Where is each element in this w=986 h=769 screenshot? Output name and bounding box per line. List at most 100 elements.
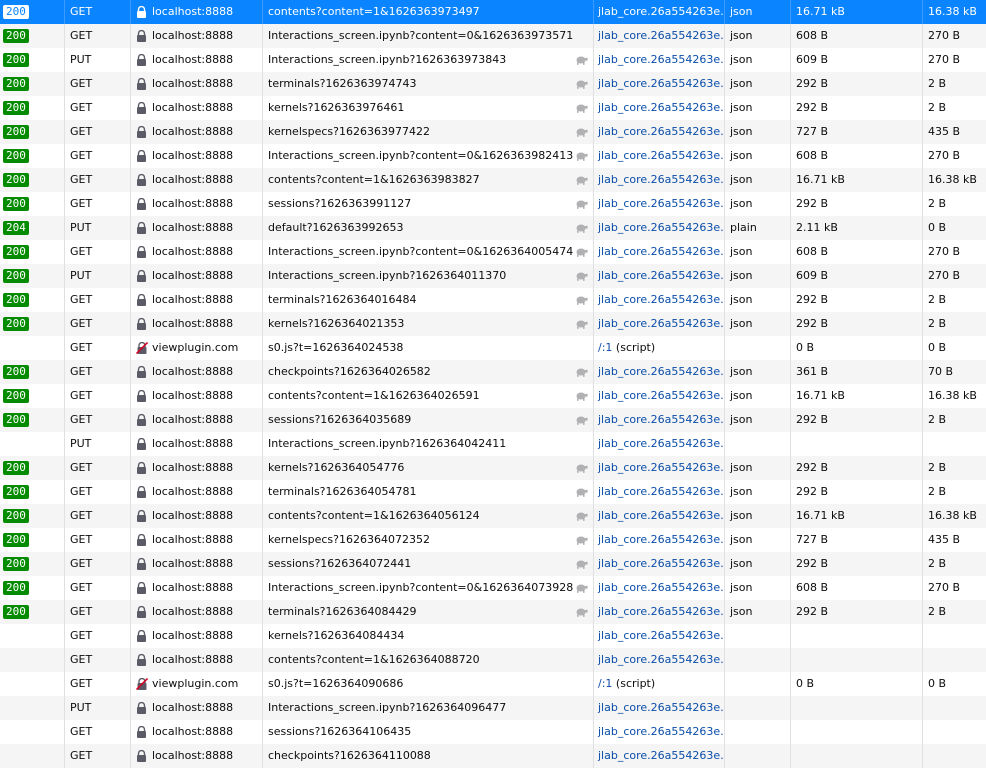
initiator-link[interactable]: jlab_core.26a554263e… [598,413,724,426]
request-row[interactable]: 200 PUT localhost:8888 Interactions_screen.… [0,48,986,72]
initiator-link[interactable]: jlab_core.26a554263e… [598,365,724,378]
initiator-link[interactable]: jlab_core.26a554263e… [598,437,724,450]
initiator-link[interactable]: jlab_core.26a554263e… [598,293,724,306]
request-row[interactable]: 200 GET localhost:8888 sessions?16263640724… [0,552,986,576]
method-cell: PUT [70,221,92,234]
request-row[interactable]: PUT localhost:8888 Interactions_screen.ipy… [0,696,986,720]
method-cell: GET [70,317,93,330]
method-cell: GET [70,605,93,618]
request-row[interactable]: 200 GET localhost:8888 kernelspecs?16263640… [0,528,986,552]
initiator-link[interactable]: jlab_core.26a554263e… [598,533,724,546]
request-row[interactable]: 200 GET localhost:8888 Interactions_screen.… [0,240,986,264]
initiator-link[interactable]: jlab_core.26a554263e… [598,149,724,162]
initiator-cell: jlab_core.26a554263e… [594,240,724,264]
domain-cell: localhost:8888 [131,312,262,336]
initiator-cell: jlab_core.26a554263e… [594,408,724,432]
request-row[interactable]: 200 GET localhost:8888 checkpoints?16263640… [0,360,986,384]
initiator-link[interactable]: /:1 [598,677,612,690]
initiator-cell: jlab_core.26a554263e… [594,456,724,480]
initiator-link[interactable]: jlab_core.26a554263e… [598,77,724,90]
request-row[interactable]: 204 PUT localhost:8888 default?162636399265… [0,216,986,240]
initiator-link[interactable]: jlab_core.26a554263e… [598,461,724,474]
request-row[interactable]: GET localhost:8888 checkpoints?16263641100… [0,744,986,768]
file-label: sessions?1626364072441 [268,557,412,570]
initiator-link[interactable]: jlab_core.26a554263e… [598,29,724,42]
domain-label: localhost:8888 [152,389,234,402]
initiator-link[interactable]: jlab_core.26a554263e… [598,125,724,138]
lock-icon [136,696,148,720]
request-row[interactable]: GET localhost:8888 sessions?1626364106435 j… [0,720,986,744]
request-row[interactable]: 200 PUT localhost:8888 Interactions_screen.… [0,264,986,288]
transferred-cell: 727 B [796,533,829,546]
domain-label: localhost:8888 [152,77,234,90]
request-row[interactable]: 200 GET localhost:8888 contents?content=1&1… [0,384,986,408]
initiator-link[interactable]: jlab_core.26a554263e… [598,5,724,18]
initiator-link[interactable]: jlab_core.26a554263e… [598,389,724,402]
status-cell [0,432,64,456]
type-cell: json [730,77,753,90]
initiator-link[interactable]: jlab_core.26a554263e… [598,701,724,714]
initiator-link[interactable]: jlab_core.26a554263e… [598,269,724,282]
initiator-link[interactable]: jlab_core.26a554263e… [598,197,724,210]
type-cell: json [730,173,753,186]
request-row[interactable]: 200 GET localhost:8888 sessions?16263639911… [0,192,986,216]
initiator-link[interactable]: jlab_core.26a554263e… [598,245,724,258]
file-label: s0.js?t=1626364024538 [268,341,404,354]
domain-label: localhost:8888 [152,461,234,474]
initiator-link[interactable]: jlab_core.26a554263e… [598,629,724,642]
request-row[interactable]: 200 GET localhost:8888 Interactions_screen.… [0,576,986,600]
initiator-link[interactable]: jlab_core.26a554263e… [598,749,724,762]
request-row[interactable]: GET viewplugin.com s0.js?t=1626364090686 /:… [0,672,986,696]
initiator-link[interactable]: jlab_core.26a554263e… [598,221,724,234]
request-row[interactable]: 200 GET localhost:8888 kernelspecs?16263639… [0,120,986,144]
initiator-cell: jlab_core.26a554263e… [594,264,724,288]
request-row[interactable]: 200 GET localhost:8888 terminals?1626364016… [0,288,986,312]
initiator-link[interactable]: jlab_core.26a554263e… [598,509,724,522]
request-row[interactable]: 200 GET localhost:8888 contents?content=1&1… [0,504,986,528]
request-row[interactable]: 200 GET localhost:8888 Interactions_screen.… [0,24,986,48]
request-row[interactable]: 200 GET localhost:8888 contents?content=1&1… [0,0,986,24]
request-row[interactable]: 200 GET localhost:8888 terminals?1626364084… [0,600,986,624]
method-cell: GET [70,413,93,426]
status-badge: 200 [3,317,29,331]
initiator-link[interactable]: jlab_core.26a554263e… [598,557,724,570]
file-label: Interactions_screen.ipynb?1626364042411 [268,437,507,450]
request-row[interactable]: 200 GET localhost:8888 Interactions_screen.… [0,144,986,168]
initiator-link[interactable]: jlab_core.26a554263e… [598,605,724,618]
domain-label: localhost:8888 [152,53,234,66]
size-cell [923,696,986,720]
request-row[interactable]: 200 GET localhost:8888 sessions?16263640356… [0,408,986,432]
type-cell: json [730,581,753,594]
status-cell: 200 [0,192,64,216]
method-cell: GET [70,293,93,306]
initiator-cell: jlab_core.26a554263e… [594,120,724,144]
initiator-link[interactable]: jlab_core.26a554263e… [598,173,724,186]
initiator-cell: jlab_core.26a554263e… [594,600,724,624]
request-row[interactable]: GET viewplugin.com s0.js?t=1626364024538 /:… [0,336,986,360]
initiator-link[interactable]: jlab_core.26a554263e… [598,485,724,498]
initiator-link[interactable]: jlab_core.26a554263e… [598,53,724,66]
request-row[interactable]: GET localhost:8888 kernels?1626364084434 jl… [0,624,986,648]
initiator-link[interactable]: jlab_core.26a554263e… [598,581,724,594]
request-row[interactable]: 200 GET localhost:8888 kernels?162636402135… [0,312,986,336]
request-row[interactable]: 200 GET localhost:8888 kernels?162636397646… [0,96,986,120]
initiator-cell: jlab_core.26a554263e… [594,432,724,456]
turtle-icon [575,504,589,528]
file-cell: Interactions_screen.ipynb?1626364096477 [263,696,593,720]
request-row[interactable]: 200 GET localhost:8888 kernels?162636405477… [0,456,986,480]
transferred-cell: 608 B [796,245,829,258]
size-cell: 270 B [928,29,961,42]
initiator-link[interactable]: /:1 [598,341,612,354]
initiator-link[interactable]: jlab_core.26a554263e… [598,653,724,666]
request-row[interactable]: 200 GET localhost:8888 terminals?1626363974… [0,72,986,96]
request-row[interactable]: PUT localhost:8888 Interactions_screen.ipy… [0,432,986,456]
initiator-link[interactable]: jlab_core.26a554263e… [598,725,724,738]
request-row[interactable]: GET localhost:8888 contents?content=1&1626… [0,648,986,672]
initiator-link[interactable]: jlab_core.26a554263e… [598,317,724,330]
file-label: contents?content=1&1626364056124 [268,509,480,522]
initiator-link[interactable]: jlab_core.26a554263e… [598,101,724,114]
file-cell: checkpoints?1626364026582 [263,360,593,384]
request-row[interactable]: 200 GET localhost:8888 terminals?1626364054… [0,480,986,504]
request-row[interactable]: 200 GET localhost:8888 contents?content=1&1… [0,168,986,192]
method-cell: GET [70,581,93,594]
